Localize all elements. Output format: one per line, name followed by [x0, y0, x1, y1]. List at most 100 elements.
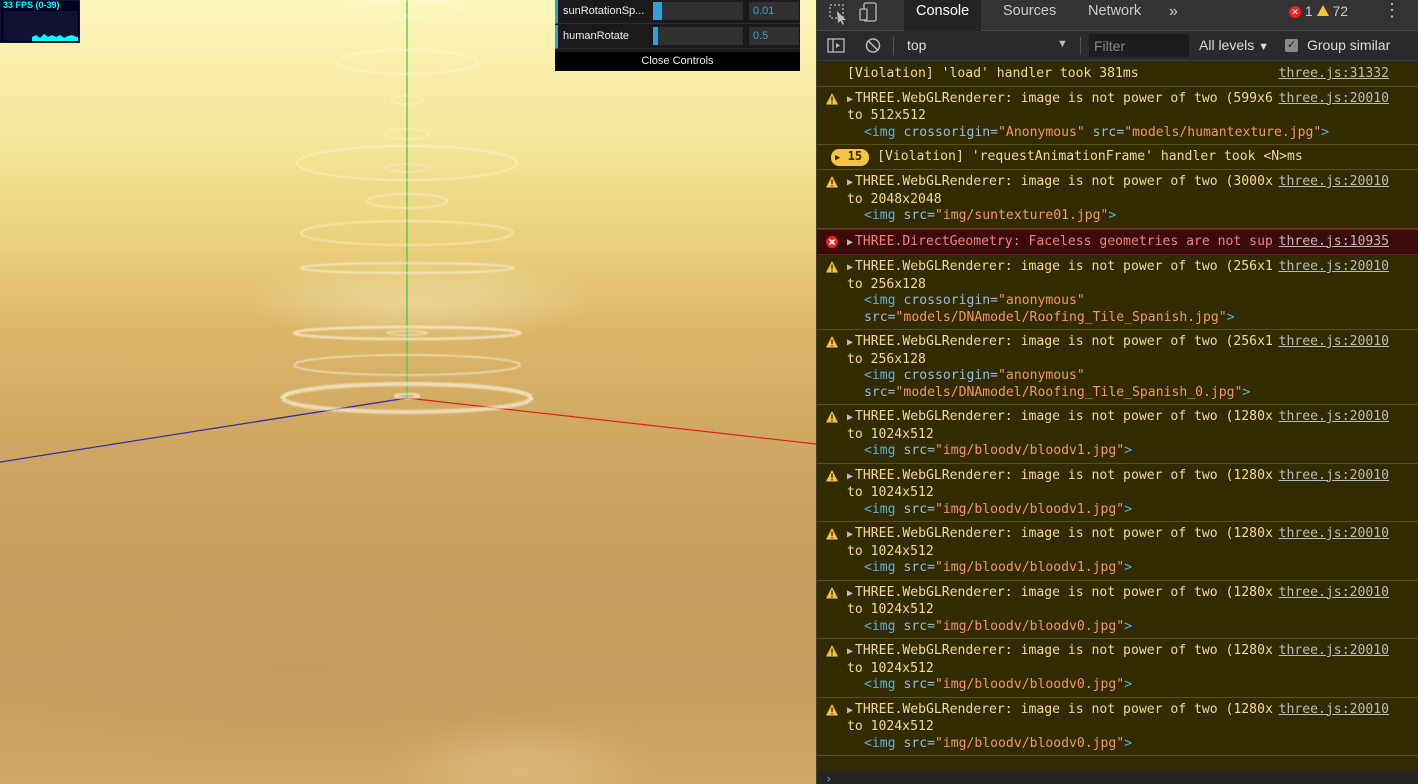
inspect-element-icon[interactable] [827, 0, 853, 31]
html-tag-name: img [871, 735, 896, 751]
dom-element-preview[interactable]: <img crossorigin="anonymous" src="models… [847, 368, 1389, 401]
console-prompt[interactable]: › [817, 772, 1418, 784]
warning-icon [825, 335, 839, 349]
chevron-down-icon[interactable]: ▼ [1057, 38, 1068, 50]
source-link[interactable]: three.js:20010 [1272, 701, 1389, 718]
source-link[interactable]: three.js:20010 [1272, 90, 1389, 107]
expand-triangle-icon[interactable]: ▶ [847, 237, 853, 248]
warning-count: 72 [1332, 3, 1349, 19]
error-count: 1 [1304, 3, 1313, 19]
clear-console-icon[interactable] [861, 31, 887, 62]
console-message[interactable]: ▶ 15 [Violation] 'requestAnimationFrame' … [817, 145, 1418, 170]
source-link[interactable]: three.js:20010 [1272, 584, 1389, 601]
error-icon: ✕ [1289, 6, 1301, 18]
expand-triangle-icon[interactable]: ▶ [847, 177, 853, 188]
gui-control-human-rotate[interactable]: humanRotate 0.5 [555, 25, 800, 49]
console-messages[interactable]: [Violation] 'load' handler took 381ms thr… [817, 62, 1418, 772]
dom-element-preview[interactable]: <img src="img/bloodv/bloodv0.jpg"> [847, 677, 1389, 694]
expand-triangle-icon[interactable]: ▶ [847, 646, 853, 657]
console-message[interactable]: ▶ THREE.WebGLRenderer: image is not power… [817, 170, 1418, 229]
console-message[interactable]: ▶ THREE.WebGLRenderer: image is not power… [817, 463, 1418, 522]
tab-console[interactable]: Console [904, 0, 982, 31]
control-value-input[interactable]: 0.01 [749, 2, 799, 20]
message-text: [Violation] 'load' handler took 381ms [847, 66, 1139, 81]
html-attr-name: src [864, 384, 888, 400]
html-attr-value: "models/DNAmodel/Roofing_Tile_Spanish_0.… [895, 384, 1243, 400]
dom-element-preview[interactable]: <img crossorigin="Anonymous" src="models… [847, 125, 1389, 142]
fps-graph-bars [32, 34, 78, 41]
console-message[interactable]: ▶ THREE.WebGLRenderer: image is not power… [817, 522, 1418, 581]
device-toolbar-icon[interactable] [857, 0, 883, 31]
console-message[interactable]: [Violation] 'load' handler took 381ms thr… [817, 62, 1418, 87]
html-attr-value: "anonymous" [998, 368, 1085, 383]
source-link[interactable]: three.js:20010 [1272, 334, 1389, 351]
warning-icon [825, 469, 839, 483]
issue-counts[interactable]: ✕ 1 72 [1289, 3, 1348, 23]
expand-triangle-icon[interactable]: ▶ [847, 529, 853, 540]
webgl-viewport[interactable]: 33 FPS (0-39) sunRotationSp... 0.01 huma… [0, 0, 816, 784]
warning-icon [825, 527, 839, 541]
source-link[interactable]: three.js:31332 [1272, 66, 1389, 83]
dom-element-preview[interactable]: <img src="img/bloodv/bloodv0.jpg"> [847, 736, 1389, 753]
source-link[interactable]: three.js:20010 [1272, 259, 1389, 276]
control-value-input[interactable]: 0.5 [749, 27, 799, 45]
expand-triangle-icon[interactable]: ▶ [847, 412, 853, 423]
control-slider[interactable] [653, 2, 743, 20]
console-message[interactable]: ▶ THREE.WebGLRenderer: image is not power… [817, 405, 1418, 464]
console-message[interactable]: ▶ THREE.WebGLRenderer: image is not power… [817, 255, 1418, 330]
dom-element-preview[interactable]: <img src="img/suntexture01.jpg"> [847, 208, 1389, 225]
gui-control-sun-rotation-speed[interactable]: sunRotationSp... 0.01 [555, 0, 800, 24]
html-attr-value: "img/suntexture01.jpg" [934, 208, 1109, 223]
source-link[interactable]: three.js:20010 [1272, 409, 1389, 426]
console-message[interactable]: ▶ THREE.WebGLRenderer: image is not power… [817, 330, 1418, 405]
console-message[interactable]: ▶ THREE.WebGLRenderer: image is not power… [817, 697, 1418, 756]
context-selector[interactable]: top [907, 37, 926, 53]
close-controls-button[interactable]: Close Controls [555, 52, 800, 71]
console-message[interactable]: ▶ THREE.DirectGeometry: Faceless geometri… [817, 228, 1418, 255]
console-message[interactable]: ▶ THREE.WebGLRenderer: image is not power… [817, 639, 1418, 698]
scene-canvas [0, 0, 816, 463]
html-attr-name: src [903, 501, 928, 517]
tab-network[interactable]: Network [1076, 0, 1153, 31]
filter-input[interactable] [1089, 34, 1189, 57]
source-link[interactable]: three.js:20010 [1272, 174, 1389, 191]
expand-triangle-icon[interactable]: ▶ [847, 337, 853, 348]
expand-triangle-icon[interactable]: ▶ [847, 94, 853, 105]
html-attr-name: src [903, 443, 928, 458]
html-tag-open: <img [864, 208, 896, 223]
html-tag-open: <img [864, 501, 896, 517]
console-message[interactable]: ▶ THREE.WebGLRenderer: image is not power… [817, 580, 1418, 639]
show-sidebar-icon[interactable] [825, 31, 851, 62]
html-attr-value: "anonymous" [998, 293, 1085, 308]
devtools-tabbar: Console Sources Network » ✕ 1 72 ⋮ [817, 0, 1418, 31]
html-attr-name: crossorigin [903, 124, 991, 140]
tab-sources[interactable]: Sources [991, 0, 1068, 31]
expand-triangle-icon[interactable]: ▶ [847, 471, 853, 482]
dom-element-preview[interactable]: <img src="img/bloodv/bloodv0.jpg"> [847, 619, 1389, 636]
dom-element-preview[interactable]: <img src="img/bloodv/bloodv1.jpg"> [847, 443, 1389, 460]
html-attr-name: src [1092, 124, 1117, 140]
expand-triangle-icon[interactable]: ▶ [847, 705, 853, 716]
log-levels-dropdown[interactable]: All levels ▼ [1199, 37, 1269, 53]
fps-stats-panel[interactable]: 33 FPS (0-39) [0, 0, 80, 43]
control-label: humanRotate [563, 30, 630, 42]
error-icon [825, 235, 839, 249]
dom-element-preview[interactable]: <img src="img/bloodv/bloodv1.jpg"> [847, 502, 1389, 519]
warning-icon [1316, 5, 1329, 16]
source-link[interactable]: three.js:20010 [1272, 467, 1389, 484]
more-options-icon[interactable]: ⋮ [1379, 0, 1405, 31]
expand-triangle-icon[interactable]: ▶ [847, 588, 853, 599]
expand-triangle-icon[interactable]: ▶ [847, 262, 853, 273]
warning-icon [825, 410, 839, 424]
chevrons-right-icon[interactable]: » [1157, 0, 1190, 31]
slider-fill [653, 2, 662, 20]
dom-element-preview[interactable]: <img crossorigin="anonymous" src="models… [847, 293, 1389, 326]
source-link[interactable]: three.js:20010 [1272, 643, 1389, 660]
html-attr-value: "Anonymous" [998, 124, 1085, 140]
control-slider[interactable] [653, 27, 743, 45]
group-similar-checkbox[interactable]: ✓ [1285, 39, 1298, 52]
source-link[interactable]: three.js:10935 [1272, 233, 1389, 250]
source-link[interactable]: three.js:20010 [1272, 526, 1389, 543]
dom-element-preview[interactable]: <img src="img/bloodv/bloodv1.jpg"> [847, 560, 1389, 577]
console-message[interactable]: ▶ THREE.WebGLRenderer: image is not power… [817, 86, 1418, 145]
